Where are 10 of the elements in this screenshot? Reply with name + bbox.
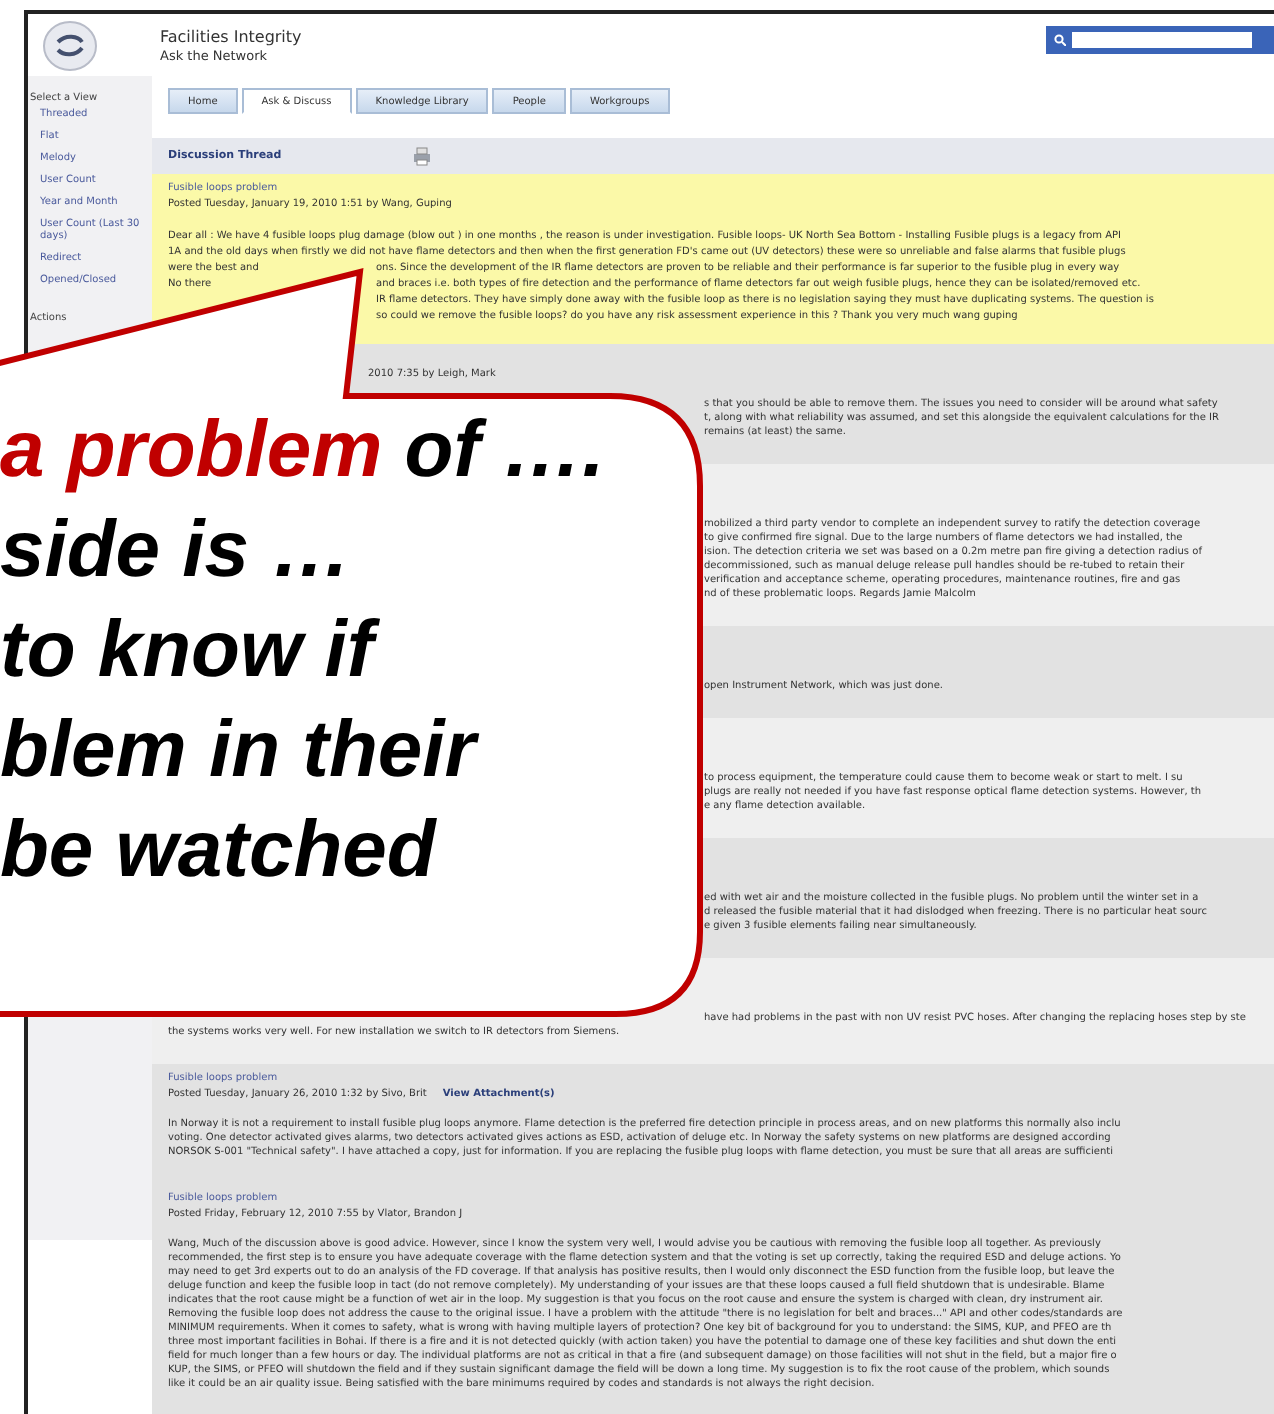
callout-text: blem in their	[0, 704, 481, 798]
callout-text: be watched	[0, 804, 439, 898]
callout-text: a problem of ….	[0, 404, 605, 498]
search-field[interactable]	[1046, 25, 1274, 53]
site-title: Facilities Integrity	[160, 27, 302, 45]
callout-text: to know if	[0, 600, 605, 700]
callout-text: side is …	[0, 504, 354, 598]
printer-icon[interactable]	[411, 146, 432, 166]
search-icon	[1054, 33, 1066, 45]
logo-icon	[40, 19, 100, 71]
